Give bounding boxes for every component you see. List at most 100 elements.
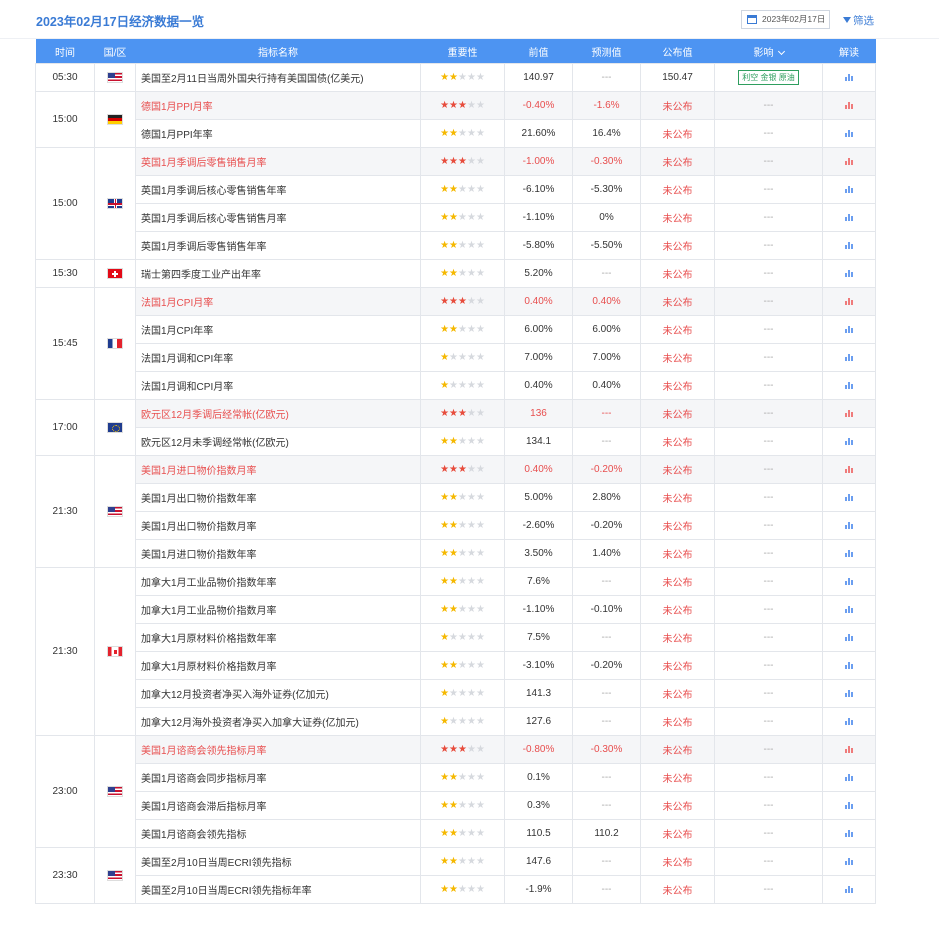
analysis-cell[interactable]	[822, 623, 876, 652]
analysis-cell[interactable]	[822, 707, 876, 736]
bar-chart-icon[interactable]	[844, 129, 854, 138]
indicator-name[interactable]: 加拿大1月工业品物价指数月率	[135, 595, 421, 624]
analysis-cell[interactable]	[822, 259, 876, 288]
indicator-name[interactable]: 美国至2月10日当周ECRI领先指标	[135, 847, 421, 876]
indicator-name[interactable]: 美国至2月10日当周ECRI领先指标年率	[135, 875, 421, 904]
analysis-cell[interactable]	[822, 875, 876, 904]
analysis-cell[interactable]	[822, 203, 876, 232]
indicator-name[interactable]: 法国1月调和CPI年率	[135, 343, 421, 372]
bar-chart-icon[interactable]	[844, 885, 854, 894]
indicator-name[interactable]: 美国1月进口物价指数年率	[135, 539, 421, 568]
bar-chart-icon[interactable]	[844, 353, 854, 362]
analysis-cell[interactable]	[822, 539, 876, 568]
analysis-cell[interactable]	[822, 455, 876, 484]
bar-chart-icon[interactable]	[844, 101, 854, 110]
bar-chart-icon[interactable]	[844, 493, 854, 502]
star-icon: ★	[440, 240, 450, 251]
bar-chart-icon[interactable]	[844, 213, 854, 222]
impact-value: ---	[763, 240, 774, 251]
indicator-name[interactable]: 加拿大1月原材料价格指数月率	[135, 651, 421, 680]
bar-chart-icon[interactable]	[844, 605, 854, 614]
indicator-name[interactable]: 加拿大12月海外投资者净买入加拿大证券(亿加元)	[135, 707, 421, 736]
indicator-name[interactable]: 美国1月谘商会领先指标	[135, 819, 421, 848]
forecast-value: -0.20%	[572, 511, 641, 540]
bar-chart-icon[interactable]	[844, 297, 854, 306]
analysis-cell[interactable]	[822, 651, 876, 680]
bar-chart-icon[interactable]	[844, 437, 854, 446]
bar-chart-icon[interactable]	[844, 689, 854, 698]
indicator-name[interactable]: 美国1月谘商会领先指标月率	[135, 735, 421, 764]
bar-chart-icon[interactable]	[844, 325, 854, 334]
bar-chart-icon[interactable]	[844, 717, 854, 726]
analysis-cell[interactable]	[822, 315, 876, 344]
indicator-name[interactable]: 英国1月季调后核心零售销售年率	[135, 175, 421, 204]
bar-chart-icon[interactable]	[844, 521, 854, 530]
bar-chart-icon[interactable]	[844, 465, 854, 474]
indicator-name[interactable]: 瑞士第四季度工业产出年率	[135, 259, 421, 288]
analysis-cell[interactable]	[822, 371, 876, 400]
analysis-cell[interactable]	[822, 63, 876, 92]
bar-chart-icon[interactable]	[844, 241, 854, 250]
col-impact[interactable]: 影响	[714, 39, 823, 64]
bar-chart-icon[interactable]	[844, 577, 854, 586]
forecast-value: 110.2	[572, 819, 641, 848]
indicator-name[interactable]: 法国1月CPI年率	[135, 315, 421, 344]
analysis-cell[interactable]	[822, 343, 876, 372]
bar-chart-icon[interactable]	[844, 829, 854, 838]
indicator-name[interactable]: 德国1月PPI年率	[135, 119, 421, 148]
analysis-cell[interactable]	[822, 819, 876, 848]
bar-chart-icon[interactable]	[844, 857, 854, 866]
analysis-cell[interactable]	[822, 735, 876, 764]
analysis-cell[interactable]	[822, 847, 876, 876]
analysis-cell[interactable]	[822, 119, 876, 148]
indicator-name[interactable]: 英国1月季调后零售销售月率	[135, 147, 421, 176]
bar-chart-icon[interactable]	[844, 801, 854, 810]
bar-chart-icon[interactable]	[844, 185, 854, 194]
bar-chart-icon[interactable]	[844, 549, 854, 558]
analysis-cell[interactable]	[822, 147, 876, 176]
indicator-name[interactable]: 美国1月谘商会滞后指标月率	[135, 791, 421, 820]
indicator-name[interactable]: 加拿大1月工业品物价指数年率	[135, 567, 421, 596]
bar-chart-icon[interactable]	[844, 157, 854, 166]
bar-chart-icon[interactable]	[844, 73, 854, 82]
actual-value: 未公布	[640, 315, 715, 344]
analysis-cell[interactable]	[822, 399, 876, 428]
date-picker[interactable]: 2023年02月17日	[741, 10, 831, 29]
prev-value: -0.40%	[504, 91, 573, 120]
indicator-name[interactable]: 美国1月谘商会同步指标月率	[135, 763, 421, 792]
indicator-name[interactable]: 加拿大1月原材料价格指数年率	[135, 623, 421, 652]
analysis-cell[interactable]	[822, 763, 876, 792]
actual-value: 未公布	[640, 427, 715, 456]
bar-chart-icon[interactable]	[844, 381, 854, 390]
indicator-name[interactable]: 美国1月出口物价指数月率	[135, 511, 421, 540]
filter-button[interactable]: 筛选	[843, 13, 874, 28]
indicator-name[interactable]: 英国1月季调后核心零售销售月率	[135, 203, 421, 232]
bar-chart-icon[interactable]	[844, 773, 854, 782]
analysis-cell[interactable]	[822, 595, 876, 624]
indicator-name[interactable]: 美国1月出口物价指数年率	[135, 483, 421, 512]
analysis-cell[interactable]	[822, 175, 876, 204]
bar-chart-icon[interactable]	[844, 633, 854, 642]
analysis-cell[interactable]	[822, 427, 876, 456]
bar-chart-icon[interactable]	[844, 745, 854, 754]
indicator-name[interactable]: 法国1月CPI月率	[135, 287, 421, 316]
bar-chart-icon[interactable]	[844, 661, 854, 670]
indicator-name[interactable]: 德国1月PPI月率	[135, 91, 421, 120]
analysis-cell[interactable]	[822, 679, 876, 708]
analysis-cell[interactable]	[822, 287, 876, 316]
analysis-cell[interactable]	[822, 483, 876, 512]
analysis-cell[interactable]	[822, 567, 876, 596]
indicator-name[interactable]: 美国至2月11日当周外国央行持有美国国债(亿美元)	[135, 63, 421, 92]
indicator-name[interactable]: 英国1月季调后零售销售年率	[135, 231, 421, 260]
indicator-name[interactable]: 欧元区12月季调后经常帐(亿欧元)	[135, 399, 421, 428]
indicator-name[interactable]: 欧元区12月未季调经常帐(亿欧元)	[135, 427, 421, 456]
indicator-name[interactable]: 美国1月进口物价指数月率	[135, 455, 421, 484]
analysis-cell[interactable]	[822, 91, 876, 120]
analysis-cell[interactable]	[822, 511, 876, 540]
bar-chart-icon[interactable]	[844, 269, 854, 278]
indicator-name[interactable]: 加拿大12月投资者净买入海外证券(亿加元)	[135, 679, 421, 708]
bar-chart-icon[interactable]	[844, 409, 854, 418]
analysis-cell[interactable]	[822, 231, 876, 260]
indicator-name[interactable]: 法国1月调和CPI月率	[135, 371, 421, 400]
analysis-cell[interactable]	[822, 791, 876, 820]
